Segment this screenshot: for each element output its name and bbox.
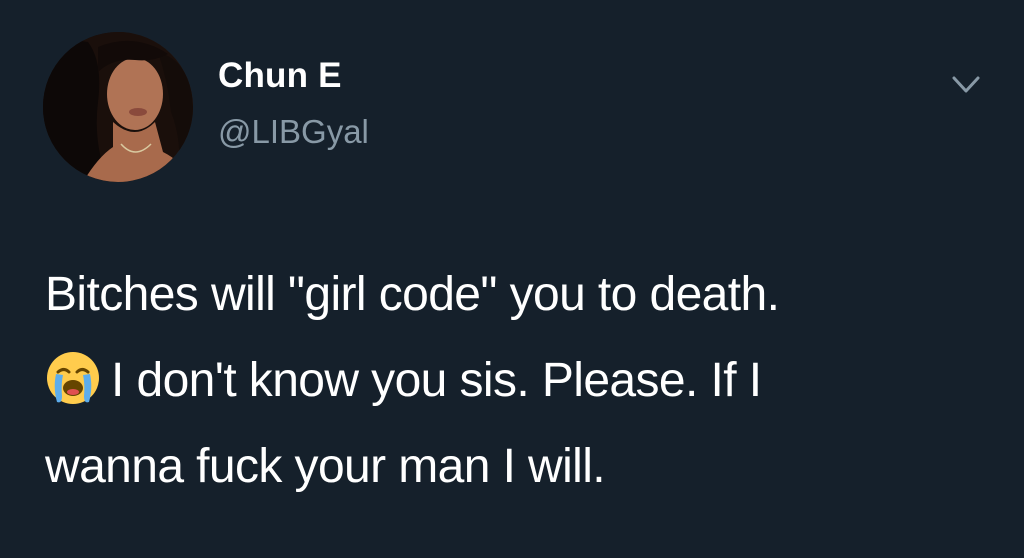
chevron-down-icon[interactable] — [948, 70, 984, 100]
tweet-text-line: wanna fuck your man I will. — [45, 440, 606, 493]
author-name[interactable]: Chun E — [218, 56, 342, 96]
tweet-card: Chun E @LIBGyal Bitches will "girl code"… — [0, 0, 1024, 558]
tweet-text: Bitches will "girl code" you to death. I… — [45, 252, 995, 510]
author-handle[interactable]: @LIBGyal — [218, 113, 369, 151]
tweet-text-line: I don't know you sis. Please. If I — [45, 338, 995, 424]
tweet-text-line: Bitches will "girl code" you to death. — [45, 268, 780, 321]
tweet-text-segment: I don't know you sis. Please. If I — [111, 354, 762, 407]
avatar[interactable] — [43, 32, 193, 182]
avatar-image — [43, 32, 193, 182]
loudly-crying-face-icon — [45, 348, 101, 404]
